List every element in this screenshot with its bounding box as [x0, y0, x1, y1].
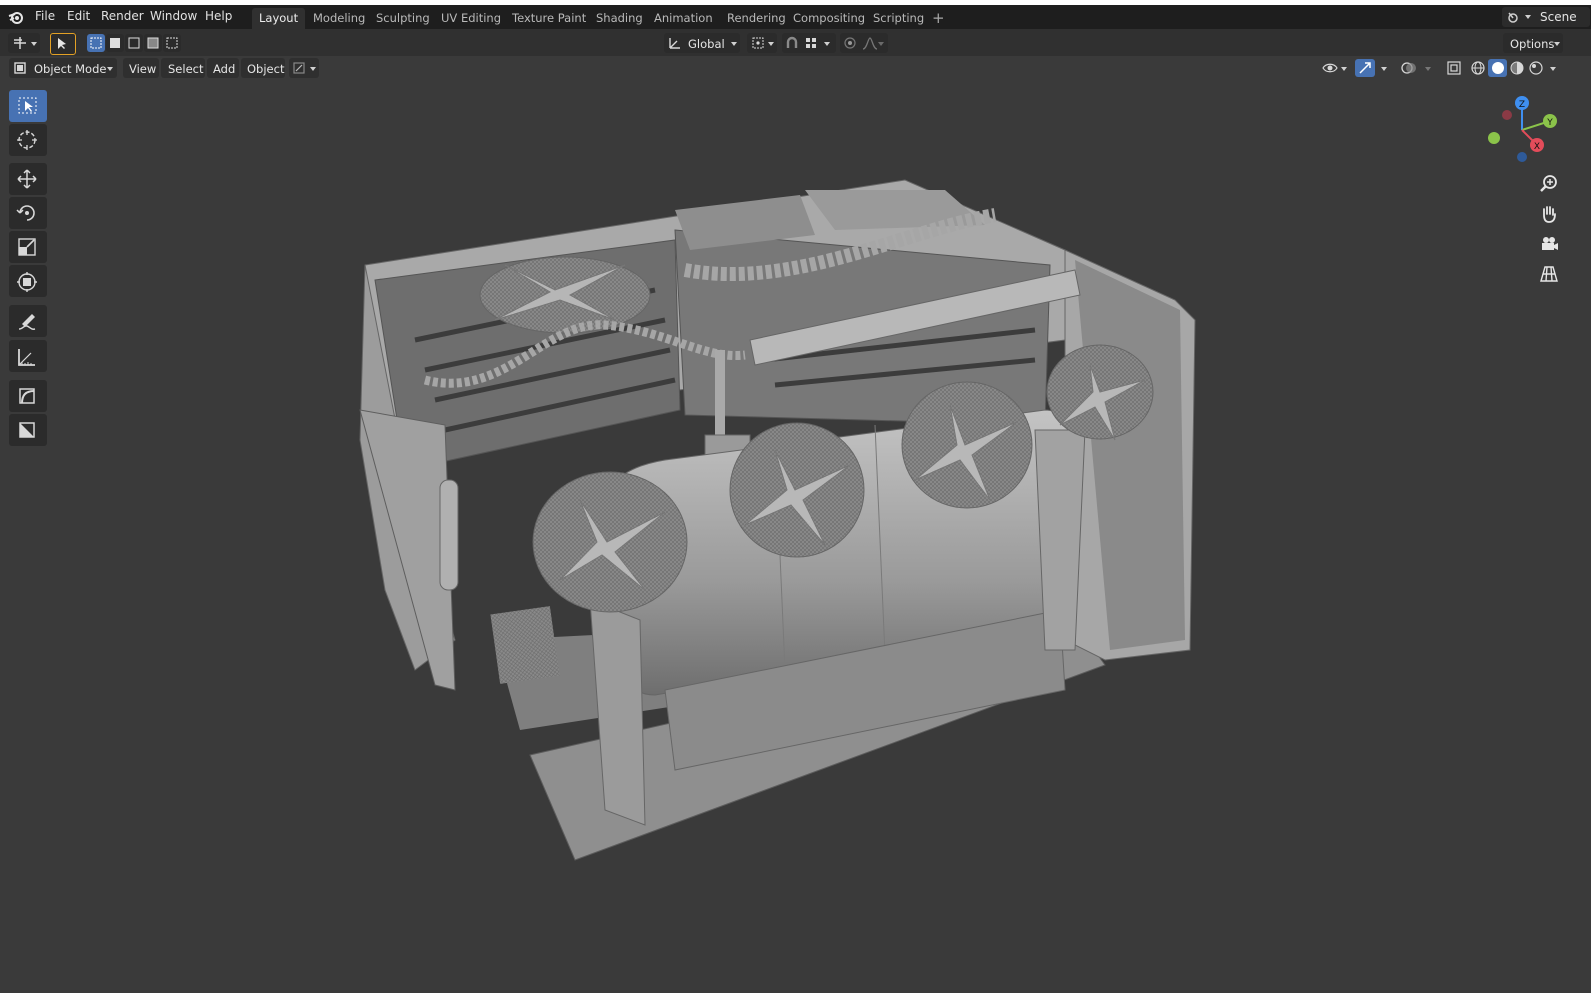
magnet-icon[interactable] [785, 36, 799, 50]
menu-object: Object [247, 62, 285, 76]
chevron-down-icon [31, 42, 37, 46]
scene-icon [1508, 12, 1518, 23]
transform-orientation-label: Global [688, 37, 725, 51]
transform-icon [17, 272, 37, 292]
chevron-down-icon [878, 42, 884, 46]
orientation-icon [669, 38, 680, 49]
menu-render[interactable]: Render [101, 9, 144, 23]
move-icon [17, 169, 37, 189]
tab-modeling[interactable]: Modeling [306, 8, 372, 29]
menu-help[interactable]: Help [205, 9, 232, 23]
grid-view-icon[interactable] [1539, 264, 1559, 284]
wireframe-shading-icon[interactable] [1470, 60, 1486, 76]
viewport-3d-model[interactable] [345, 170, 1215, 870]
scene-label: Scene [1540, 10, 1577, 24]
chevron-down-icon [1550, 67, 1556, 71]
select-mode-icons [90, 37, 178, 49]
blender-logo-icon[interactable] [8, 9, 24, 25]
chevron-down-icon [1425, 67, 1431, 71]
add-plane-icon [19, 422, 35, 438]
window-bottom-edge [0, 993, 1591, 1008]
affect-icon [293, 62, 305, 74]
cursor-arrow-icon [58, 38, 66, 49]
material-preview-icon[interactable] [1509, 60, 1525, 76]
falloff-icon[interactable] [862, 36, 878, 50]
scale-icon [18, 238, 36, 256]
gizmo-y-label: Y [1546, 118, 1553, 128]
tab-shading[interactable]: Shading [589, 8, 650, 29]
chevron-down-icon [731, 42, 737, 46]
pan-hand-icon[interactable] [1539, 204, 1559, 224]
menu-file[interactable]: File [35, 9, 55, 23]
menu-select: Select [168, 62, 204, 76]
cursor-icon [17, 130, 37, 150]
editor-type-icon [14, 37, 26, 49]
object-mode-icon [14, 62, 26, 74]
snap-increment-icon[interactable] [804, 36, 818, 50]
gizmo-z-label: Z [1519, 100, 1525, 110]
chevron-down-icon [768, 42, 774, 46]
gizmo-toggle-icon [1359, 62, 1371, 74]
annotate-icon [18, 314, 36, 330]
chevron-down-icon [107, 67, 113, 71]
menu-window[interactable]: Window [150, 9, 197, 23]
options-label: Options [1510, 37, 1555, 51]
visibility-eye-icon[interactable] [1322, 60, 1338, 76]
rendered-shading-icon[interactable] [1528, 60, 1544, 76]
chevron-down-icon [310, 67, 316, 71]
tab-animation[interactable]: Animation [647, 8, 720, 29]
zoom-icon[interactable] [1539, 174, 1559, 194]
tab-scripting[interactable]: Scripting [866, 8, 931, 29]
menu-edit[interactable]: Edit [67, 9, 90, 23]
chevron-down-icon [824, 42, 830, 46]
gizmo-x-label: X [1534, 142, 1540, 152]
tab-sculpting[interactable]: Sculpting [369, 8, 437, 29]
add-cube-icon [19, 388, 35, 404]
pivot-icon [752, 37, 764, 49]
tab-layout[interactable]: Layout [252, 8, 306, 29]
chevron-down-icon [1341, 67, 1347, 71]
chevron-down-icon [1381, 67, 1387, 71]
overlays-icon[interactable] [1401, 60, 1417, 76]
add-workspace-icon[interactable]: + [932, 10, 945, 26]
measure-icon [18, 349, 35, 366]
navigation-gizmo[interactable]: Z Y X [1480, 92, 1570, 167]
select-box-icon [18, 97, 37, 114]
camera-icon[interactable] [1539, 234, 1559, 254]
chevron-down-icon [1525, 15, 1531, 19]
chevron-down-icon [1554, 42, 1560, 46]
tab-rendering[interactable]: Rendering [720, 8, 793, 29]
tab-texture-paint[interactable]: Texture Paint [505, 8, 593, 29]
solid-shading-icon [1492, 62, 1504, 74]
xray-icon[interactable] [1446, 60, 1462, 76]
menu-view: View [129, 62, 157, 76]
mode-label: Object Mode [34, 62, 107, 76]
tab-compositing[interactable]: Compositing [786, 8, 872, 29]
rotate-icon [16, 205, 35, 221]
proportional-edit-icon[interactable] [843, 36, 857, 50]
menu-add: Add [213, 62, 236, 76]
tab-uv-editing[interactable]: UV Editing [434, 8, 508, 29]
